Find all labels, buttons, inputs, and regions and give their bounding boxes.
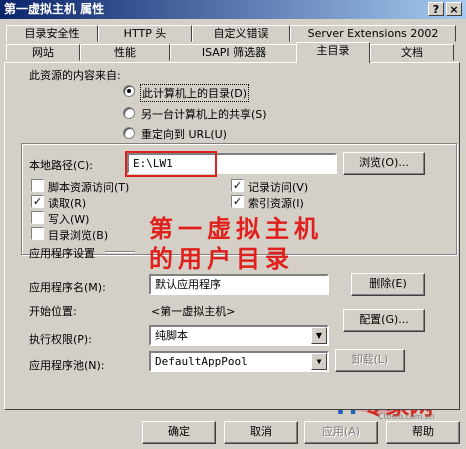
annotation-highlight-box bbox=[125, 151, 217, 177]
tab-documents[interactable]: 文档 bbox=[370, 44, 454, 61]
watermark-site: Ctocio.com.cn bbox=[378, 412, 435, 421]
execute-permissions-label: 执行权限(P): bbox=[29, 333, 92, 346]
app-name-input[interactable]: 默认应用程序 bbox=[149, 274, 329, 295]
content-source-heading: 此资源的内容来自: bbox=[29, 69, 121, 82]
tab-server-extensions[interactable]: Server Extensions 2002 bbox=[290, 25, 456, 42]
help-icon[interactable]: ? bbox=[428, 2, 444, 16]
execute-permissions-select[interactable]: 纯脚本 ▼ bbox=[149, 325, 329, 346]
log-visits-label: 记录访问(V) bbox=[248, 181, 309, 194]
index-label: 索引资源(I) bbox=[248, 197, 304, 210]
directory-browse-label: 目录浏览(B) bbox=[48, 229, 109, 242]
script-access-label: 脚本资源访问(T) bbox=[48, 181, 130, 194]
script-access-checkbox[interactable] bbox=[31, 179, 44, 192]
radio-redirect-url-label: 重定向到 URL(U) bbox=[141, 128, 227, 141]
tab-isapi-filters[interactable]: ISAPI 筛选器 bbox=[170, 44, 298, 61]
write-label: 写入(W) bbox=[48, 213, 90, 226]
index-checkbox[interactable]: ✓ bbox=[231, 195, 244, 208]
execute-permissions-value: 纯脚本 bbox=[155, 329, 188, 342]
close-icon[interactable]: × bbox=[446, 2, 462, 16]
app-settings-divider bbox=[105, 251, 135, 253]
configure-button[interactable]: 配置(G)... bbox=[343, 309, 425, 332]
chevron-down-icon[interactable]: ▼ bbox=[311, 353, 327, 370]
tab-panel: 此资源的内容来自: 此计算机上的目录(D) 另一台计算机上的共享(S) 重定向到… bbox=[4, 62, 460, 410]
chevron-down-icon[interactable]: ▼ bbox=[311, 327, 327, 344]
radio-local-directory[interactable] bbox=[123, 85, 135, 97]
tab-custom-errors[interactable]: 自定义错误 bbox=[192, 25, 290, 42]
read-label: 读取(R) bbox=[48, 197, 87, 210]
window-title: 第一虚拟主机 属性 bbox=[4, 2, 105, 16]
remove-button[interactable]: 删除(E) bbox=[351, 273, 425, 296]
app-pool-value: DefaultAppPool bbox=[155, 355, 248, 368]
browse-button[interactable]: 浏览(O)... bbox=[343, 152, 425, 175]
app-pool-label: 应用程序池(N): bbox=[29, 359, 105, 372]
cancel-button[interactable]: 取消 bbox=[224, 421, 298, 444]
radio-network-share-label: 另一台计算机上的共享(S) bbox=[141, 108, 267, 121]
title-bar: 第一虚拟主机 属性 ? × bbox=[0, 0, 466, 19]
radio-redirect-url[interactable] bbox=[123, 127, 135, 139]
tab-website[interactable]: 网站 bbox=[6, 44, 80, 61]
help-button[interactable]: 帮助 bbox=[386, 421, 460, 444]
tab-directory-security[interactable]: 目录安全性 bbox=[6, 25, 98, 42]
tab-http-headers[interactable]: HTTP 头 bbox=[98, 25, 192, 42]
annotation-line-2: 的用户目录 bbox=[149, 244, 294, 273]
log-visits-checkbox[interactable]: ✓ bbox=[231, 179, 244, 192]
ok-button[interactable]: 确定 bbox=[142, 421, 216, 444]
app-settings-heading: 应用程序设置 bbox=[29, 247, 95, 260]
start-position-label: 开始位置: bbox=[29, 305, 77, 318]
apply-button[interactable]: 应用(A) bbox=[304, 421, 378, 444]
annotation-line-1: 第一虚拟主机 bbox=[149, 214, 323, 243]
tab-home-directory[interactable]: 主目录 bbox=[296, 42, 370, 63]
app-name-label: 应用程序名(M): bbox=[29, 281, 106, 294]
app-pool-select[interactable]: DefaultAppPool ▼ bbox=[149, 351, 329, 372]
radio-network-share[interactable] bbox=[123, 107, 135, 119]
start-position-value: <第一虚拟主机> bbox=[151, 305, 236, 318]
write-checkbox[interactable] bbox=[31, 211, 44, 224]
local-path-label: 本地路径(C): bbox=[29, 159, 93, 172]
tab-performance[interactable]: 性能 bbox=[80, 44, 170, 61]
directory-browse-checkbox[interactable] bbox=[31, 227, 44, 240]
radio-local-directory-label: 此计算机上的目录(D) bbox=[140, 84, 250, 102]
unload-button[interactable]: 卸载(L) bbox=[335, 349, 405, 372]
read-checkbox[interactable]: ✓ bbox=[31, 195, 44, 208]
